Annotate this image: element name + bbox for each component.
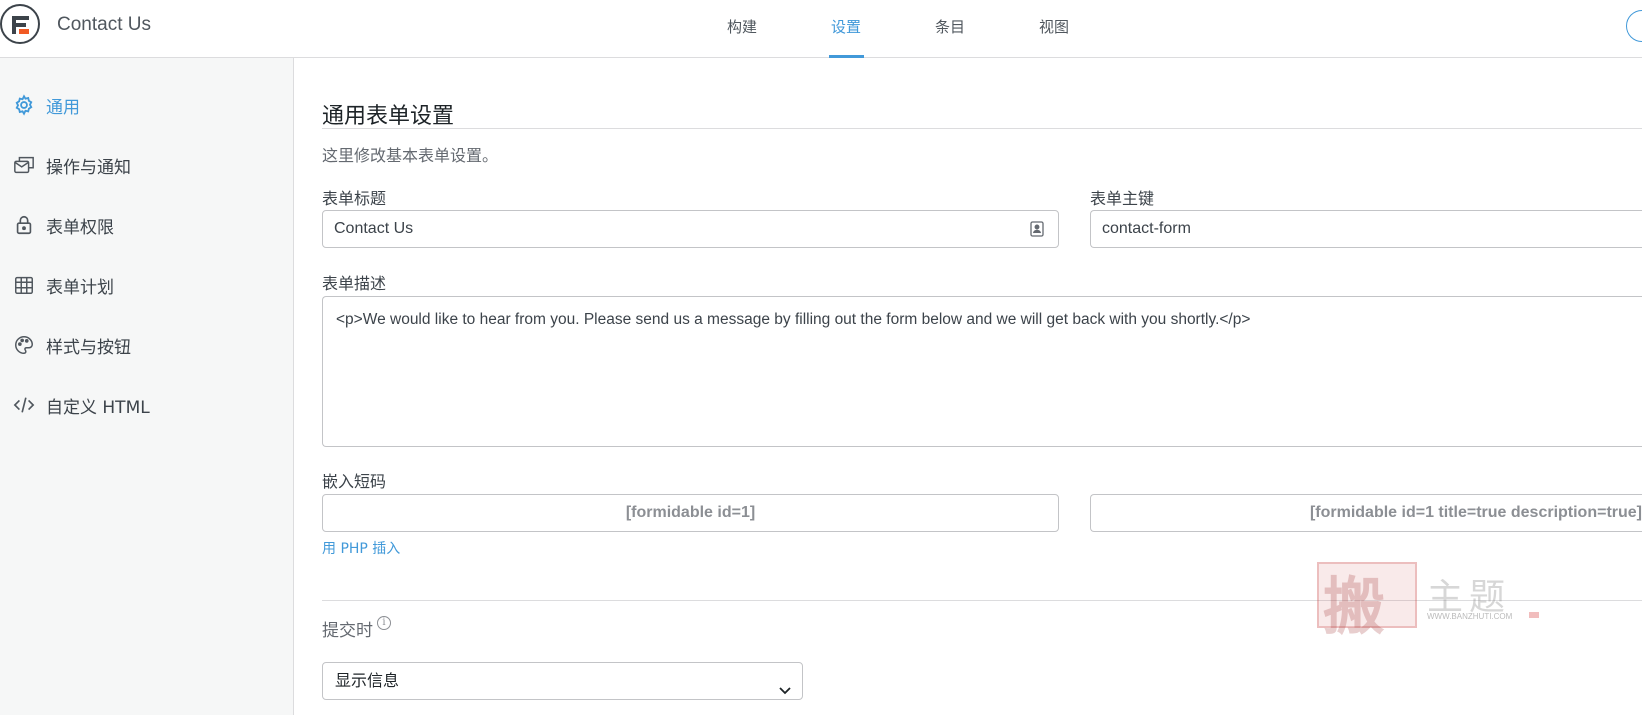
sidebar-item-general[interactable]: 通用 <box>12 90 80 120</box>
shortcode-basic-field[interactable]: [formidable id=1] <box>322 494 1059 532</box>
sidebar-item-label: 样式与按钮 <box>46 337 131 358</box>
watermark-red-mark <box>1529 612 1539 618</box>
on-submit-select[interactable]: 显示信息 <box>322 662 803 700</box>
banzhuti-watermark: 搬 主题 WWW.BANZHUTI.COM <box>1317 562 1547 643</box>
form-title-label: 表单标题 <box>322 189 387 208</box>
sidebar-item-permissions[interactable]: 表单权限 <box>12 210 114 240</box>
form-description-label: 表单描述 <box>322 274 387 293</box>
sidebar-item-label: 操作与通知 <box>46 157 131 178</box>
sidebar-item-label: 自定义 HTML <box>46 397 150 418</box>
calendar-icon <box>12 273 36 297</box>
tab-entries[interactable]: 条目 <box>898 0 1002 58</box>
sidebar-item-label: 表单权限 <box>46 217 114 238</box>
lock-icon <box>12 213 36 237</box>
main-tabs: 构建 设置 条目 视图 <box>690 0 1106 58</box>
form-title-field[interactable]: Contact Us <box>322 210 1059 248</box>
form-name-title: Contact Us <box>57 14 151 35</box>
tab-build[interactable]: 构建 <box>690 0 794 58</box>
palette-icon <box>12 333 36 357</box>
insert-with-php-link[interactable]: 用 PHP 插入 <box>322 538 400 558</box>
top-bar: Contact Us 构建 设置 条目 视图 <box>0 0 1642 58</box>
form-key-field[interactable]: contact-form <box>1090 210 1642 248</box>
sidebar-item-label: 通用 <box>46 97 80 118</box>
formidable-logo-icon[interactable] <box>0 4 40 44</box>
tab-settings[interactable]: 设置 <box>794 0 898 58</box>
on-submit-label-text: 提交时 <box>322 621 373 641</box>
update-button[interactable] <box>1626 10 1642 42</box>
title-divider <box>322 128 1642 129</box>
page-title: 通用表单设置 <box>322 104 455 129</box>
form-description-textarea[interactable]: <p>We would like to hear from you. Pleas… <box>322 296 1642 447</box>
watermark-char: 搬 <box>1323 570 1386 643</box>
code-icon <box>12 393 36 417</box>
page-subtitle: 这里修改基本表单设置。 <box>322 146 499 165</box>
on-submit-selected-value: 显示信息 <box>335 671 400 690</box>
shortcode-full-field[interactable]: [formidable id=1 title=true description=… <box>1090 494 1642 532</box>
gear-icon <box>12 93 36 117</box>
info-icon[interactable]: i <box>377 616 391 630</box>
tab-views[interactable]: 视图 <box>1002 0 1106 58</box>
watermark-url: WWW.BANZHUTI.COM <box>1427 612 1513 621</box>
sidebar-item-custom-html[interactable]: 自定义 HTML <box>12 390 150 420</box>
form-key-label: 表单主键 <box>1090 189 1155 208</box>
chevron-down-icon <box>778 674 792 710</box>
settings-sidebar: 通用 操作与通知 表单权限 表单计划 样式与按钮 自定义 HTML <box>0 58 294 715</box>
embed-shortcode-label: 嵌入短码 <box>322 472 387 491</box>
sidebar-item-styles[interactable]: 样式与按钮 <box>12 330 131 360</box>
sidebar-item-label: 表单计划 <box>46 277 114 298</box>
sidebar-item-schedule[interactable]: 表单计划 <box>12 270 114 300</box>
contact-card-icon[interactable] <box>1030 221 1044 241</box>
sidebar-item-actions[interactable]: 操作与通知 <box>12 150 131 180</box>
mail-actions-icon <box>12 153 36 177</box>
on-submit-label: 提交时 i <box>322 616 391 641</box>
